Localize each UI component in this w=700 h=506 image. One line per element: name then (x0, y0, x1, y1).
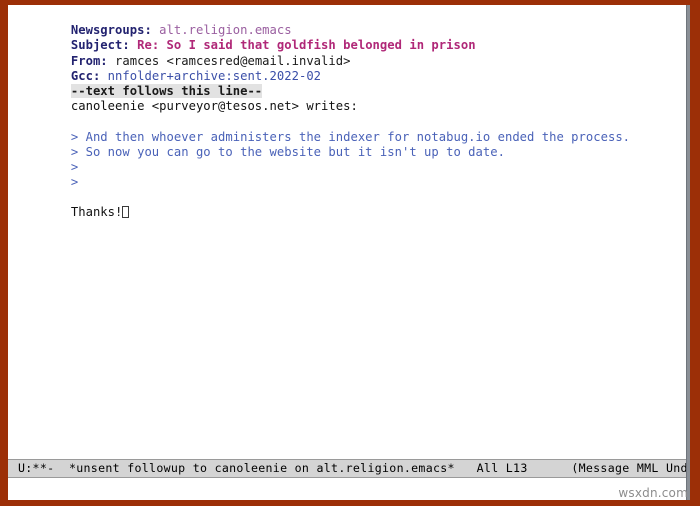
vertical-scrollbar[interactable] (686, 5, 690, 500)
header-label-newsgroups: Newsgroups: (70, 23, 152, 38)
attribution-text: canoleenie <purveyor@tesos.net> writes: (70, 99, 358, 114)
mode-line-scroll-position: All (476, 461, 499, 475)
header-value-from[interactable]: ramces <ramcesred@email.invalid> (108, 54, 351, 68)
mode-line-indicators: U:**- (18, 461, 55, 475)
quoted-line[interactable]: > (12, 160, 690, 189)
header-value-gcc[interactable]: nnfolder+archive:sent.2022-02 (100, 69, 321, 83)
header-value-subject[interactable]: Re: So I said that goldfish belonged in … (130, 38, 476, 52)
quoted-text: > And then whoever administers the index… (70, 129, 631, 144)
mode-line-buffer-name: *unsent followup to canoleenie on alt.re… (68, 461, 455, 475)
emacs-window: Newsgroups: alt.religion.emacs Subject: … (0, 0, 700, 506)
mode-line-gap-2 (455, 461, 477, 475)
quoted-text: > (70, 175, 79, 190)
header-line-newsgroups[interactable]: Newsgroups: alt.religion.emacs (12, 8, 690, 37)
header-value-newsgroups[interactable]: alt.religion.emacs (152, 23, 292, 37)
echo-area-minibuffer[interactable] (8, 478, 690, 500)
mode-line-gap-4 (528, 461, 572, 475)
header-label-subject: Subject: (70, 38, 130, 53)
header-body-separator: --text follows this line-- (70, 83, 263, 98)
header-label-gcc: Gcc: (70, 68, 101, 83)
mode-line[interactable]: U:**- *unsent followup to canoleenie on … (8, 459, 690, 478)
mode-line-gap-1 (54, 461, 69, 475)
signoff-line[interactable]: Thanks! (12, 190, 690, 219)
emacs-window-inner: Newsgroups: alt.religion.emacs Subject: … (8, 5, 690, 500)
header-label-from: From: (70, 53, 108, 68)
quoted-text: > So now you can go to the website but i… (70, 144, 505, 159)
message-compose-buffer[interactable]: Newsgroups: alt.religion.emacs Subject: … (8, 5, 690, 459)
mode-line-modes: (Message MML Undo-Tree (571, 461, 690, 475)
quoted-line[interactable]: > And then whoever administers the index… (12, 114, 690, 144)
signoff-text: Thanks! (70, 205, 123, 220)
mode-line-gap-3 (499, 461, 506, 475)
text-cursor-icon (122, 206, 130, 219)
quoted-text: > (70, 159, 79, 174)
mode-line-line-number: L13 (505, 461, 528, 475)
watermark: wsxdn.com (618, 486, 688, 500)
